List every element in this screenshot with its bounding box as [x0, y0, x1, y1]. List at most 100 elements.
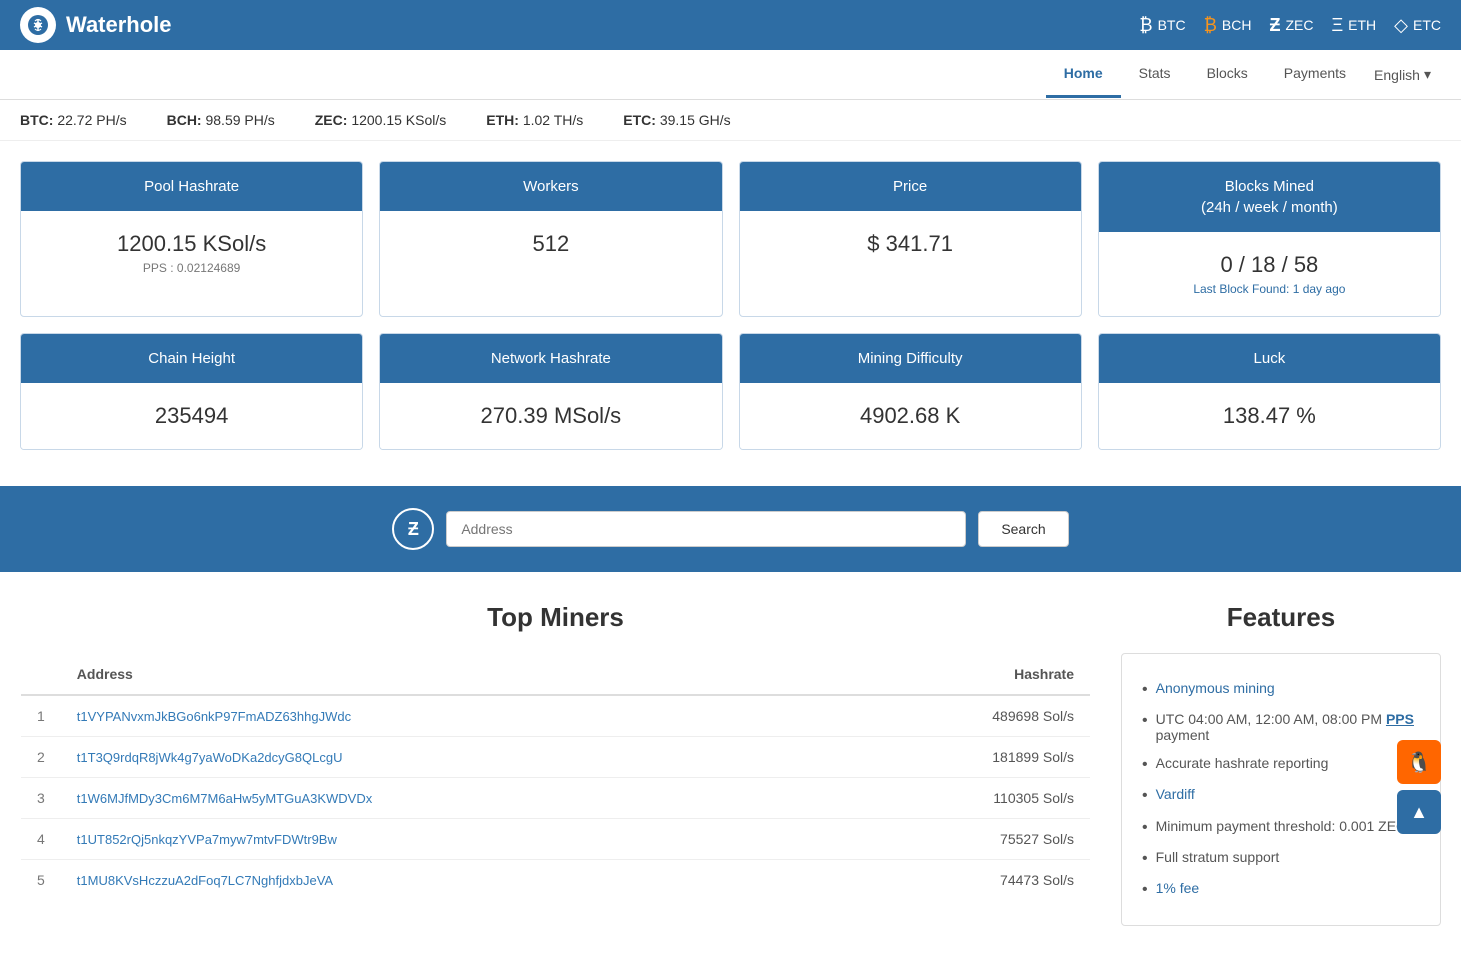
- feature-fee: 1% fee: [1142, 874, 1420, 905]
- hashrate-zec: ZEC: 1200.15 KSol/s: [315, 112, 447, 128]
- stat-blocks-mined: Blocks Mined(24h / week / month) 0 / 18 …: [1098, 161, 1441, 317]
- feature-stratum: Full stratum support: [1142, 843, 1420, 874]
- address-search-input[interactable]: [446, 511, 966, 547]
- nav-links: Home Stats Blocks Payments English ▾: [1046, 51, 1441, 98]
- dropdown-arrow-icon: ▾: [1424, 66, 1431, 83]
- table-row: 2 t1T3Q9rdqR8jWk4g7yaWoDKa2dcyG8QLcgU 18…: [21, 737, 1091, 778]
- coin-zec[interactable]: Ƶ ZEC: [1269, 15, 1313, 36]
- logo-area: Waterhole: [20, 7, 172, 43]
- hashrate-etc-coin: ETC:: [623, 112, 656, 128]
- feature-vardiff: Vardiff: [1142, 780, 1420, 811]
- coin-zec-label: ZEC: [1285, 17, 1313, 33]
- stat-workers-header: Workers: [380, 162, 721, 211]
- miner-hashrate-5: 74473 Sol/s: [824, 860, 1090, 901]
- coin-eth-label: ETH: [1348, 17, 1376, 33]
- stat-luck-header: Luck: [1099, 334, 1440, 383]
- miner-hashrate-3: 110305 Sol/s: [824, 778, 1090, 819]
- vardiff-link[interactable]: Vardiff: [1156, 786, 1195, 802]
- hashrate-reporting-text: Accurate hashrate reporting: [1156, 755, 1329, 771]
- feature-anonymous-mining: Anonymous mining: [1142, 674, 1420, 705]
- feature-hashrate-reporting: Accurate hashrate reporting: [1142, 749, 1420, 780]
- coin-bch[interactable]: ₿ BCH: [1204, 15, 1252, 36]
- hashrate-btc-value: 22.72 PH/s: [57, 112, 126, 128]
- nav-stats[interactable]: Stats: [1121, 51, 1189, 98]
- stat-chain-height: Chain Height 235494: [20, 333, 363, 450]
- hashrate-bar: BTC: 22.72 PH/s BCH: 98.59 PH/s ZEC: 120…: [0, 100, 1461, 141]
- pps-text: UTC 04:00 AM, 12:00 AM, 08:00 PM PPS pay…: [1156, 711, 1420, 743]
- features-section: Features Anonymous mining UTC 04:00 AM, …: [1121, 602, 1441, 926]
- stat-mining-difficulty-body: 4902.68 K: [740, 383, 1081, 449]
- features-box: Anonymous mining UTC 04:00 AM, 12:00 AM,…: [1121, 653, 1441, 926]
- table-row: 5 t1MU8KVsHczzuA2dFoq7LC7NghfjdxbJeVA 74…: [21, 860, 1091, 901]
- nav-home[interactable]: Home: [1046, 51, 1121, 98]
- fee-link[interactable]: 1% fee: [1156, 880, 1200, 896]
- scroll-top-button[interactable]: ▲: [1397, 790, 1441, 834]
- stat-workers: Workers 512: [379, 161, 722, 317]
- stat-workers-value: 512: [390, 231, 711, 257]
- nav-blocks[interactable]: Blocks: [1189, 51, 1266, 98]
- logo-icon: [20, 7, 56, 43]
- table-row: 4 t1UT852rQj5nkqzYVPa7myw7mtvFDWtr9Bw 75…: [21, 819, 1091, 860]
- stat-network-hashrate-value: 270.39 MSol/s: [390, 403, 711, 429]
- stat-chain-height-value: 235494: [31, 403, 352, 429]
- hashrate-etc: ETC: 39.15 GH/s: [623, 112, 730, 128]
- nav-bar: Home Stats Blocks Payments English ▾: [0, 50, 1461, 100]
- col-hashrate: Hashrate: [824, 654, 1090, 696]
- miner-hashrate-4: 75527 Sol/s: [824, 819, 1090, 860]
- stat-pool-hashrate-body: 1200.15 KSol/s PPS : 0.02124689: [21, 211, 362, 295]
- hashrate-etc-value: 39.15 GH/s: [660, 112, 731, 128]
- hashrate-bch-coin: BCH:: [167, 112, 202, 128]
- stat-blocks-last-found: Last Block Found: 1 day ago: [1109, 282, 1430, 296]
- stats-row-2: Chain Height 235494 Network Hashrate 270…: [20, 333, 1441, 450]
- qq-button[interactable]: 🐧: [1397, 740, 1441, 784]
- coin-btc[interactable]: ₿ BTC: [1139, 15, 1185, 36]
- coin-etc[interactable]: ◇ ETC: [1394, 15, 1441, 36]
- zec-symbol: Ƶ: [408, 519, 419, 540]
- stat-chain-height-body: 235494: [21, 383, 362, 449]
- col-rank: [21, 654, 61, 696]
- miners-table-header-row: Address Hashrate: [21, 654, 1091, 696]
- language-dropdown[interactable]: English ▾: [1364, 52, 1441, 97]
- stat-chain-height-header: Chain Height: [21, 334, 362, 383]
- stat-mining-difficulty: Mining Difficulty 4902.68 K: [739, 333, 1082, 450]
- nav-payments[interactable]: Payments: [1266, 51, 1364, 98]
- miner-address-5: t1MU8KVsHczzuA2dFoq7LC7NghfjdxbJeVA: [61, 860, 824, 901]
- stat-luck: Luck 138.47 %: [1098, 333, 1441, 450]
- float-buttons: 🐧 ▲: [1397, 740, 1441, 834]
- hashrate-bch: BCH: 98.59 PH/s: [167, 112, 275, 128]
- coin-eth[interactable]: Ξ ETH: [1331, 15, 1376, 36]
- miner-address-1: t1VYPANvxmJkBGo6nkP97FmADZ63hhgJWdc: [61, 695, 824, 737]
- main-content: Top Miners Address Hashrate 1 t1VYPANvxm…: [0, 572, 1461, 956]
- arrow-up-icon: ▲: [1410, 802, 1428, 823]
- features-title: Features: [1121, 602, 1441, 633]
- table-row: 3 t1W6MJfMDy3Cm6M7M6aHw5yMTGuA3KWDVDx 11…: [21, 778, 1091, 819]
- stat-network-hashrate-header: Network Hashrate: [380, 334, 721, 383]
- top-header: Waterhole ₿ BTC ₿ BCH Ƶ ZEC Ξ ETH ◇ ETC: [0, 0, 1461, 50]
- pps-link[interactable]: PPS: [1386, 711, 1414, 727]
- stats-section: Pool Hashrate 1200.15 KSol/s PPS : 0.021…: [0, 141, 1461, 486]
- miner-rank-1: 1: [21, 695, 61, 737]
- hashrate-btc: BTC: 22.72 PH/s: [20, 112, 127, 128]
- stat-price: Price $ 341.71: [739, 161, 1082, 317]
- anonymous-mining-link[interactable]: Anonymous mining: [1156, 680, 1275, 696]
- features-list: Anonymous mining UTC 04:00 AM, 12:00 AM,…: [1142, 674, 1420, 905]
- coin-etc-label: ETC: [1413, 17, 1441, 33]
- stats-row-1: Pool Hashrate 1200.15 KSol/s PPS : 0.021…: [20, 161, 1441, 317]
- miner-rank-3: 3: [21, 778, 61, 819]
- stat-blocks-mined-header: Blocks Mined(24h / week / month): [1099, 162, 1440, 232]
- hashrate-zec-value: 1200.15 KSol/s: [351, 112, 446, 128]
- col-address: Address: [61, 654, 824, 696]
- min-payment-text: Minimum payment threshold: 0.001 ZEC: [1156, 818, 1407, 834]
- stat-blocks-mined-value: 0 / 18 / 58: [1109, 252, 1430, 278]
- miner-hashrate-2: 181899 Sol/s: [824, 737, 1090, 778]
- stat-mining-difficulty-value: 4902.68 K: [750, 403, 1071, 429]
- top-miners-title: Top Miners: [20, 602, 1091, 633]
- search-button[interactable]: Search: [978, 511, 1068, 547]
- coin-nav: ₿ BTC ₿ BCH Ƶ ZEC Ξ ETH ◇ ETC: [1139, 15, 1441, 36]
- hashrate-bch-value: 98.59 PH/s: [205, 112, 274, 128]
- stat-blocks-mined-body: 0 / 18 / 58 Last Block Found: 1 day ago: [1099, 232, 1440, 316]
- stat-price-body: $ 341.71: [740, 211, 1081, 277]
- stat-pool-hashrate-sub: PPS : 0.02124689: [31, 261, 352, 275]
- stat-mining-difficulty-header: Mining Difficulty: [740, 334, 1081, 383]
- miner-rank-2: 2: [21, 737, 61, 778]
